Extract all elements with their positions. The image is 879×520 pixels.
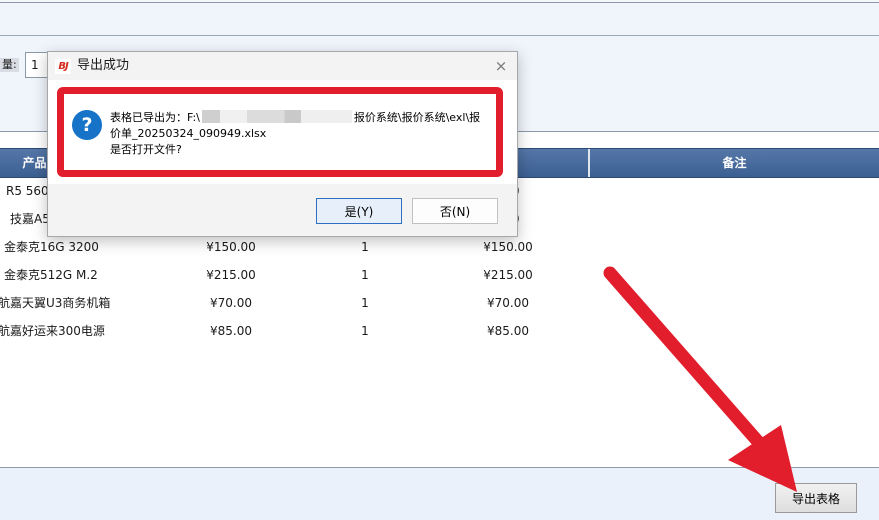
quantity-label: 量:: [0, 58, 19, 72]
subtotal: ¥150.00: [483, 240, 533, 254]
table-row[interactable]: 航嘉好运来300电源 ¥85.00 1 ¥85.00: [0, 317, 879, 345]
quantity: 1: [361, 324, 369, 338]
close-icon[interactable]: ×: [491, 57, 511, 75]
unit-price: ¥150.00: [206, 240, 256, 254]
quantity: 1: [361, 296, 369, 310]
product-name: 航嘉天翼U3商务机箱: [0, 296, 111, 310]
yes-button[interactable]: 是(Y): [316, 198, 402, 224]
dialog-title: 导出成功: [77, 58, 130, 73]
product-name: 航嘉好运来300电源: [0, 324, 105, 338]
table-row[interactable]: 金泰克512G M.2 ¥215.00 1 ¥215.00: [0, 261, 879, 289]
quantity: 1: [361, 268, 369, 282]
product-name: 技嘉A5: [10, 212, 50, 226]
product-name: 金泰克512G M.2: [4, 268, 98, 282]
bottom-bar: [0, 468, 879, 520]
table-row[interactable]: 金泰克16G 3200 ¥150.00 1 ¥150.00: [0, 233, 879, 261]
subtotal: ¥85.00: [487, 324, 529, 338]
quantity: 1: [361, 240, 369, 254]
export-table-button[interactable]: 导出表格: [775, 483, 857, 513]
dialog-title-bar: BJ 导出成功 ×: [48, 52, 517, 80]
unit-price: ¥85.00: [210, 324, 252, 338]
no-button[interactable]: 否(N): [412, 198, 498, 224]
unit-price: ¥215.00: [206, 268, 256, 282]
subtotal: ¥70.00: [487, 296, 529, 310]
app-logo-icon: BJ: [55, 59, 71, 74]
table-row[interactable]: 航嘉天翼U3商务机箱 ¥70.00 1 ¥70.00: [0, 289, 879, 317]
column-header-remark[interactable]: 备注: [590, 149, 879, 177]
subtotal: ¥215.00: [483, 268, 533, 282]
toolbar-band: [0, 3, 879, 36]
highlight-box: [57, 87, 503, 177]
quantity-input[interactable]: 1: [25, 52, 49, 78]
product-name: R5 560: [6, 184, 49, 198]
unit-price: ¥70.00: [210, 296, 252, 310]
product-name: 金泰克16G 3200: [4, 240, 99, 254]
